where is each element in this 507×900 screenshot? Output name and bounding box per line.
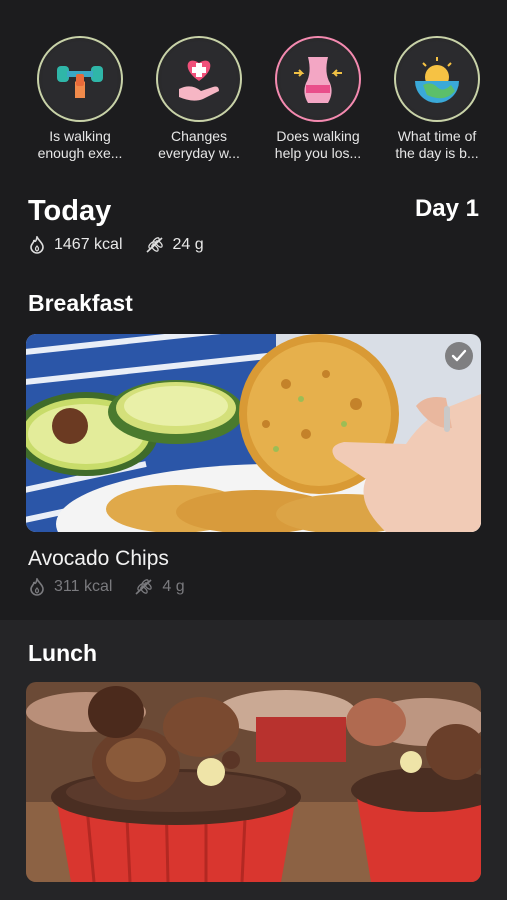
page-title: Today — [28, 195, 112, 227]
waist-icon — [294, 57, 342, 103]
meal-card-breakfast[interactable] — [26, 334, 481, 532]
dumbbell-icon — [57, 66, 103, 98]
flame-icon — [30, 578, 44, 596]
story-item-walking[interactable]: Is walking enough exe... — [20, 36, 140, 162]
story-caption: Changes everyday w... — [158, 128, 240, 161]
story-item-time[interactable]: What time of the day is b... — [377, 36, 497, 162]
flame-icon — [30, 236, 44, 254]
story-avatar[interactable] — [37, 36, 123, 122]
calories-value: 1467 kcal — [54, 236, 123, 253]
meal-carbs: 4 g — [134, 578, 185, 596]
meal-image — [26, 682, 481, 882]
calories-stat: 1467 kcal — [28, 236, 123, 254]
story-avatar[interactable] — [156, 36, 242, 122]
carbs-value: 24 g — [172, 236, 204, 253]
story-item-weight[interactable]: Does walking help you los... — [258, 36, 378, 162]
today-summary: Today Day 1 1467 kcal 24 g — [28, 195, 479, 254]
story-caption: What time of the day is b... — [395, 128, 479, 161]
wheat-icon — [145, 237, 163, 253]
meal-stats: 311 kcal 4 g — [28, 578, 185, 596]
story-avatar[interactable] — [394, 36, 480, 122]
wheat-icon — [135, 579, 153, 595]
story-caption: Is walking enough exe... — [37, 128, 123, 161]
sunrise-icon — [415, 57, 459, 103]
meal-name[interactable]: Avocado Chips — [28, 547, 169, 571]
meal-carbs-value: 4 g — [162, 578, 185, 595]
heart-hand-icon — [179, 60, 219, 101]
completed-check-button[interactable] — [445, 342, 473, 370]
story-avatar[interactable] — [275, 36, 361, 122]
story-item-changes[interactable]: Changes everyday w... — [139, 36, 259, 162]
carbs-stat: 24 g — [145, 236, 204, 254]
day-label[interactable]: Day 1 — [415, 195, 479, 223]
section-title-breakfast: Breakfast — [28, 290, 133, 316]
meal-card-lunch[interactable] — [26, 682, 481, 882]
stories-row: Is walking enough exe... Changes everyda… — [0, 36, 507, 166]
check-icon — [451, 349, 467, 362]
section-title-lunch: Lunch — [28, 640, 97, 666]
meal-calories-value: 311 kcal — [54, 578, 113, 595]
daily-stats: 1467 kcal 24 g — [28, 236, 479, 254]
meal-image — [26, 334, 481, 532]
meal-calories: 311 kcal — [28, 578, 112, 596]
story-caption: Does walking help you los... — [274, 128, 362, 161]
